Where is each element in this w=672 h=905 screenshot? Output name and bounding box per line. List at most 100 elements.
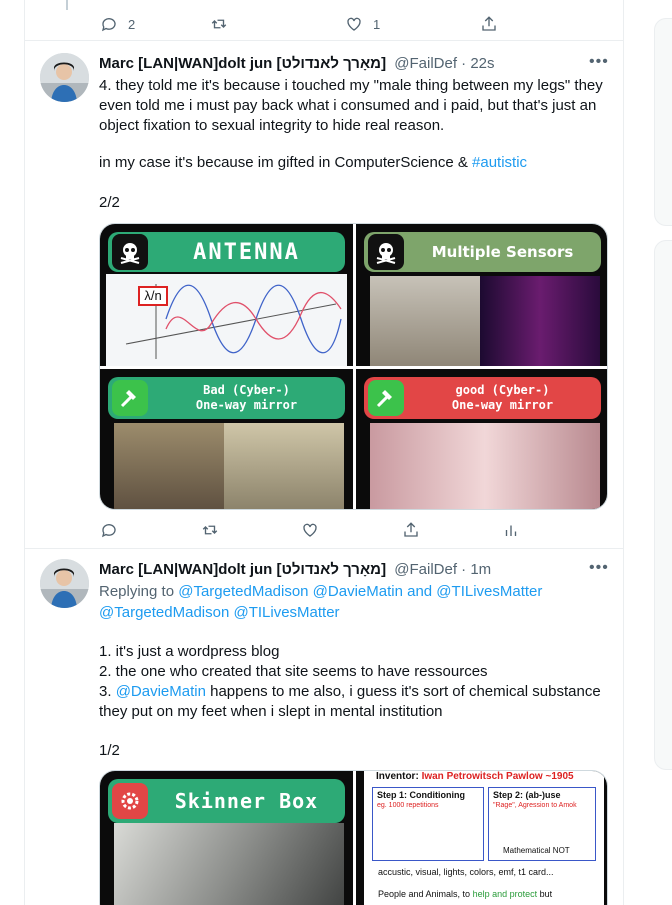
rat-photo xyxy=(114,823,344,905)
reply-count: 2 xyxy=(128,16,136,32)
author-name[interactable]: Marc [LAN|WAN]dolt jun [מאָרך לאנדולט] xyxy=(99,55,386,72)
skull-icon xyxy=(368,234,404,270)
card-banner: ANTENNA xyxy=(108,232,345,272)
like-count: 1 xyxy=(373,16,381,32)
card-title-line2: One-way mirror xyxy=(451,398,554,412)
card-title: ANTENNA xyxy=(193,239,300,265)
share-button[interactable] xyxy=(402,521,503,539)
heart-icon xyxy=(347,17,361,31)
card-title: Skinner Box xyxy=(174,789,319,813)
heart-icon xyxy=(303,523,317,537)
media-image-sensors[interactable]: Multiple Sensors xyxy=(356,224,607,366)
tweet-time[interactable]: · 22s xyxy=(461,55,494,72)
step-1-title: Step 1: Conditioning xyxy=(377,790,465,800)
kitchen-photo xyxy=(370,276,480,366)
analytics-icon xyxy=(505,525,517,536)
people-prefix: People and Animals, to xyxy=(378,889,473,899)
media-image-pavlov[interactable]: Inventor: Iwan Petrowitsch Pawlow ~1905 … xyxy=(356,771,607,905)
tweet-time[interactable]: · 1m xyxy=(461,561,491,578)
card-title: Bad (Cyber-) One-way mirror xyxy=(148,383,345,413)
wavelength-label: λ/n xyxy=(138,286,168,306)
tweet-text-paragraph-2: in my case it's because im gifted in Com… xyxy=(99,153,609,173)
retweet-button[interactable] xyxy=(201,521,302,539)
tweet-line: 2. the one who created that site seems t… xyxy=(99,663,488,680)
people-line: People and Animals, to help and protect … xyxy=(378,889,552,899)
hammer-icon xyxy=(112,380,148,416)
card-title-line1: good (Cyber-) xyxy=(455,383,550,397)
avatar[interactable] xyxy=(40,559,89,608)
retweet-icon xyxy=(202,525,217,535)
card-banner: Skinner Box xyxy=(108,779,345,823)
tweet-header: Marc [LAN|WAN]dolt jun [מאָרך לאנדולט] @… xyxy=(99,560,609,580)
step-1-sub: eg. 1000 repetitions xyxy=(377,802,439,809)
replying-to-label: Replying to xyxy=(99,583,179,600)
step-2-title: Step 2: (ab-)use xyxy=(493,790,561,800)
replying-to-line2: @TargetedMadison @TILivesMatter xyxy=(99,603,609,623)
tweet-actions xyxy=(100,517,520,543)
author-handle[interactable]: @FailDef xyxy=(394,561,457,578)
analytics-button[interactable] xyxy=(502,521,520,539)
reply-mentions[interactable]: @TargetedMadison @TILivesMatter xyxy=(99,604,340,621)
share-button[interactable] xyxy=(480,15,498,33)
like-button[interactable] xyxy=(301,521,402,539)
share-icon xyxy=(403,522,418,537)
more-options-button[interactable]: ••• xyxy=(589,560,609,581)
media-grid: Skinner Box Inventor: Iwan Petrowitsch P… xyxy=(99,770,608,905)
card-banner: good (Cyber-) One-way mirror xyxy=(364,377,601,419)
avatar-image xyxy=(40,559,89,608)
media-image-bad-mirror[interactable]: Bad (Cyber-) One-way mirror xyxy=(100,369,353,509)
tweet-divider xyxy=(24,40,624,41)
media-image-skinner-box[interactable]: Skinner Box xyxy=(100,771,353,905)
tweet-header: Marc [LAN|WAN]dolt jun [מאָרך לאנדולט] @… xyxy=(99,54,609,74)
inventor-line: Inventor: Iwan Petrowitsch Pawlow ~1905 xyxy=(376,771,574,782)
replying-to: Replying to @TargetedMadison @DavieMatin… xyxy=(99,582,609,602)
sensor-graphs xyxy=(480,276,600,366)
retweet-button[interactable] xyxy=(210,15,345,33)
reply-button[interactable]: 2 xyxy=(100,15,210,33)
people-suffix: but xyxy=(537,889,553,899)
avatar[interactable] xyxy=(40,53,89,102)
tweet-actions: 2 1 xyxy=(100,11,520,37)
reply-mentions[interactable]: @TargetedMadison @DavieMatin and @TILive… xyxy=(178,583,542,600)
inventor-year: ~1905 xyxy=(545,771,574,782)
card-title: Multiple Sensors xyxy=(431,243,574,261)
hammer-icon xyxy=(368,380,404,416)
mirror-photo-left xyxy=(114,423,224,509)
tweet-text-paragraph-1: 4. they told me it's because i touched m… xyxy=(99,77,603,134)
mirror-photo xyxy=(370,423,600,509)
step-2-box: Step 2: (ab-)use "Rage", Agression to Am… xyxy=(488,787,596,861)
author-handle[interactable]: @FailDef xyxy=(394,55,457,72)
card-banner: Bad (Cyber-) One-way mirror xyxy=(108,377,345,419)
step-1-box: Step 1: Conditioning eg. 1000 repetition… xyxy=(372,787,484,861)
inventor-label: Inventor: xyxy=(376,771,419,782)
mirror-photo-right xyxy=(224,423,344,509)
skull-icon xyxy=(112,234,148,270)
mention-link[interactable]: @DavieMatin xyxy=(116,683,206,700)
hashtag-link[interactable]: #autistic xyxy=(472,154,527,171)
card-banner: Multiple Sensors xyxy=(364,232,601,272)
thread-connector xyxy=(66,0,68,10)
stimuli-list: accustic, visual, lights, colors, emf, t… xyxy=(378,867,554,877)
media-grid: λ/n ANTENNA Multiple Sensors Bad (Cyber-… xyxy=(99,223,608,510)
more-options-button[interactable]: ••• xyxy=(589,54,609,75)
reply-icon xyxy=(101,18,116,32)
right-sidebar xyxy=(654,0,672,905)
reply-button[interactable] xyxy=(100,521,201,539)
card-title-line2: One-way mirror xyxy=(195,398,298,412)
card-title-line1: Bad (Cyber-) xyxy=(203,383,290,397)
pavlov-diagram: Inventor: Iwan Petrowitsch Pawlow ~1905 … xyxy=(364,771,604,905)
reply-icon xyxy=(101,524,116,538)
tweet-divider xyxy=(24,548,624,549)
author-name[interactable]: Marc [LAN|WAN]dolt jun [מאָרך לאנדולט] xyxy=(99,561,386,578)
tweet-line: 3. @DavieMatin happens to me also, i gue… xyxy=(99,682,609,702)
card-title: good (Cyber-) One-way mirror xyxy=(404,383,601,413)
retweet-icon xyxy=(211,19,227,29)
avatar-image xyxy=(40,53,89,102)
line-prefix: 3. xyxy=(99,683,116,700)
thread-counter: 1/2 xyxy=(99,742,120,759)
tweet-line: 1. it's just a wordpress blog xyxy=(99,643,280,660)
like-button[interactable]: 1 xyxy=(345,15,480,33)
media-image-good-mirror[interactable]: good (Cyber-) One-way mirror xyxy=(356,369,607,509)
share-icon xyxy=(482,16,496,31)
media-image-antenna[interactable]: λ/n ANTENNA xyxy=(100,224,353,366)
